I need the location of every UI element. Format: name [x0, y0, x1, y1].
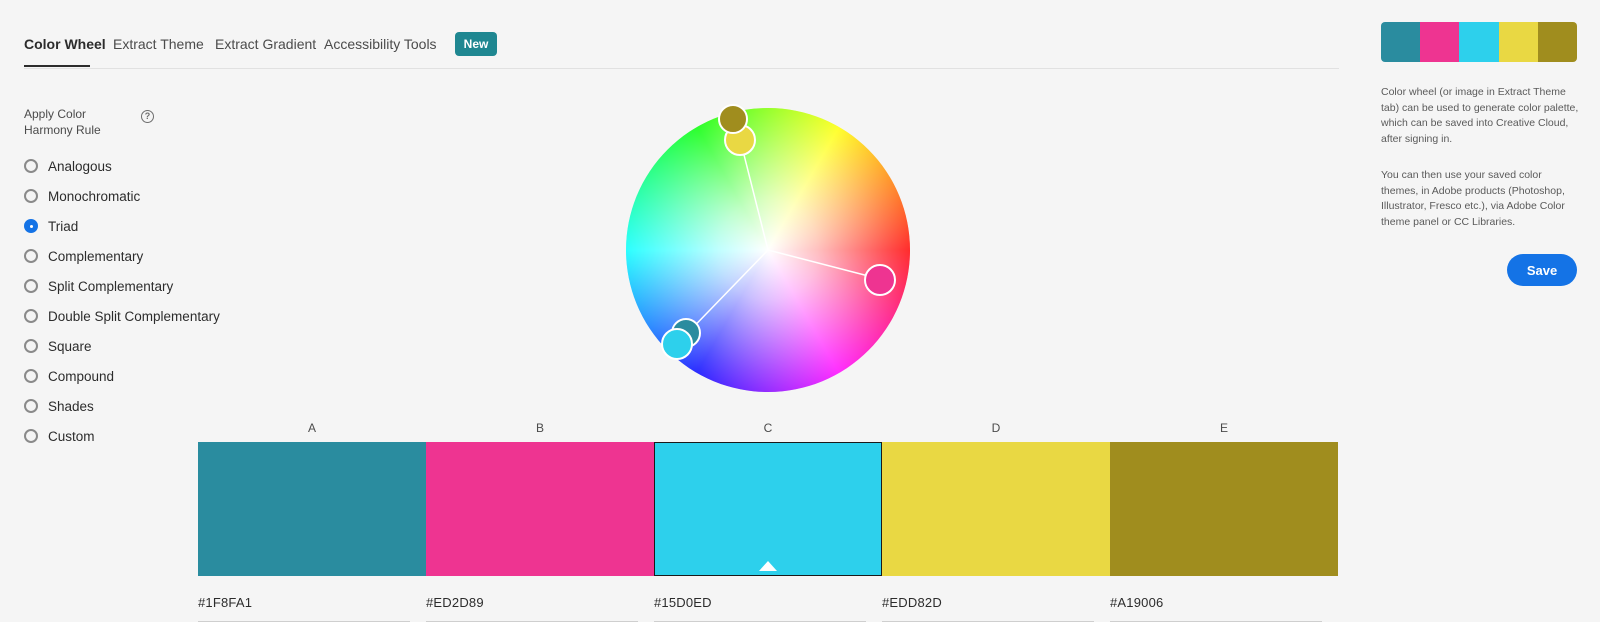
- palette-letter-e: E: [1219, 421, 1228, 435]
- swatch-c[interactable]: [654, 442, 882, 576]
- sidebar-info-text: Color wheel (or image in Extract Theme t…: [1381, 86, 1579, 145]
- rule-label: Analogous: [48, 158, 112, 174]
- tab-accessibility-tools[interactable]: Accessibility Tools: [324, 36, 437, 52]
- radio-icon[interactable]: [24, 309, 38, 323]
- rule-label: Monochromatic: [48, 188, 141, 204]
- rule-analogous[interactable]: Analogous: [24, 156, 112, 176]
- rule-compound[interactable]: Compound: [24, 366, 114, 386]
- preview-swatch-e: [1537, 22, 1577, 62]
- rule-complementary[interactable]: Complementary: [24, 246, 143, 266]
- handle-e[interactable]: [718, 104, 748, 134]
- rule-label: Complementary: [48, 248, 144, 264]
- rule-label: Triad: [48, 218, 79, 234]
- preview-swatch-c: [1459, 22, 1499, 62]
- tab-bar: Color Wheel Extract Theme Extract Gradie…: [24, 0, 1339, 69]
- hex-input-e[interactable]: #A19006: [1110, 595, 1322, 622]
- rule-label: Compound: [48, 368, 115, 384]
- sidebar-info-text: You can then use your saved color themes…: [1381, 169, 1565, 228]
- preview-swatch-b: [1420, 22, 1460, 62]
- radio-icon[interactable]: [24, 369, 38, 383]
- tab-extract-gradient[interactable]: Extract Gradient: [215, 36, 316, 52]
- hex-input-c[interactable]: #15D0ED: [654, 595, 866, 622]
- rule-label: Square: [48, 338, 92, 354]
- radio-icon[interactable]: [24, 399, 38, 413]
- palette-preview: [1381, 22, 1577, 62]
- save-button[interactable]: Save: [1507, 254, 1577, 286]
- rule-label: Shades: [48, 398, 94, 414]
- palette-letter-c: C: [763, 421, 773, 435]
- radio-icon[interactable]: [24, 189, 38, 203]
- rule-custom[interactable]: Custom: [24, 426, 95, 446]
- help-icon[interactable]: ?: [141, 110, 154, 123]
- palette-letter-a: A: [307, 421, 316, 435]
- new-badge: New: [455, 32, 497, 56]
- radio-icon[interactable]: [24, 339, 38, 353]
- rule-split-complementary[interactable]: Split Complementary: [24, 276, 173, 296]
- active-tab-indicator: [24, 65, 90, 67]
- radio-icon[interactable]: [24, 279, 38, 293]
- hex-input-d[interactable]: #EDD82D: [882, 595, 1094, 622]
- palette-letter-d: D: [991, 421, 1001, 435]
- harmony-line-b: [767, 249, 881, 280]
- rule-square[interactable]: Square: [24, 336, 92, 356]
- rule-double-split-complementary[interactable]: Double Split Complementary: [24, 306, 220, 326]
- radio-icon[interactable]: [24, 249, 38, 263]
- rule-label: Double Split Complementary: [48, 308, 220, 324]
- swatch-e[interactable]: [1110, 442, 1338, 576]
- rule-label: Custom: [48, 428, 95, 444]
- hex-input-b[interactable]: #ED2D89: [426, 595, 638, 622]
- radio-checked-icon[interactable]: [24, 219, 38, 233]
- swatch-d[interactable]: [882, 442, 1110, 576]
- rule-shades[interactable]: Shades: [24, 396, 94, 416]
- rule-label: Split Complementary: [48, 278, 174, 294]
- radio-icon[interactable]: [24, 429, 38, 443]
- rule-triad[interactable]: Triad: [24, 216, 78, 236]
- swatch-a[interactable]: [198, 442, 426, 576]
- palette-letter-b: B: [535, 421, 544, 435]
- tab-color-wheel[interactable]: Color Wheel: [24, 36, 106, 52]
- selected-triangle-icon: [759, 561, 777, 571]
- harmony-rule-title: Apply Color Harmony Rule: [24, 107, 101, 137]
- handle-c[interactable]: [661, 328, 693, 360]
- hex-input-a[interactable]: #1F8FA1: [198, 595, 410, 622]
- rule-monochromatic[interactable]: Monochromatic: [24, 186, 140, 206]
- preview-swatch-a: [1381, 22, 1421, 62]
- tab-extract-theme[interactable]: Extract Theme: [113, 36, 204, 52]
- handle-b[interactable]: [864, 264, 896, 296]
- swatch-b[interactable]: [426, 442, 654, 576]
- preview-swatch-d: [1498, 22, 1538, 62]
- radio-icon[interactable]: [24, 159, 38, 173]
